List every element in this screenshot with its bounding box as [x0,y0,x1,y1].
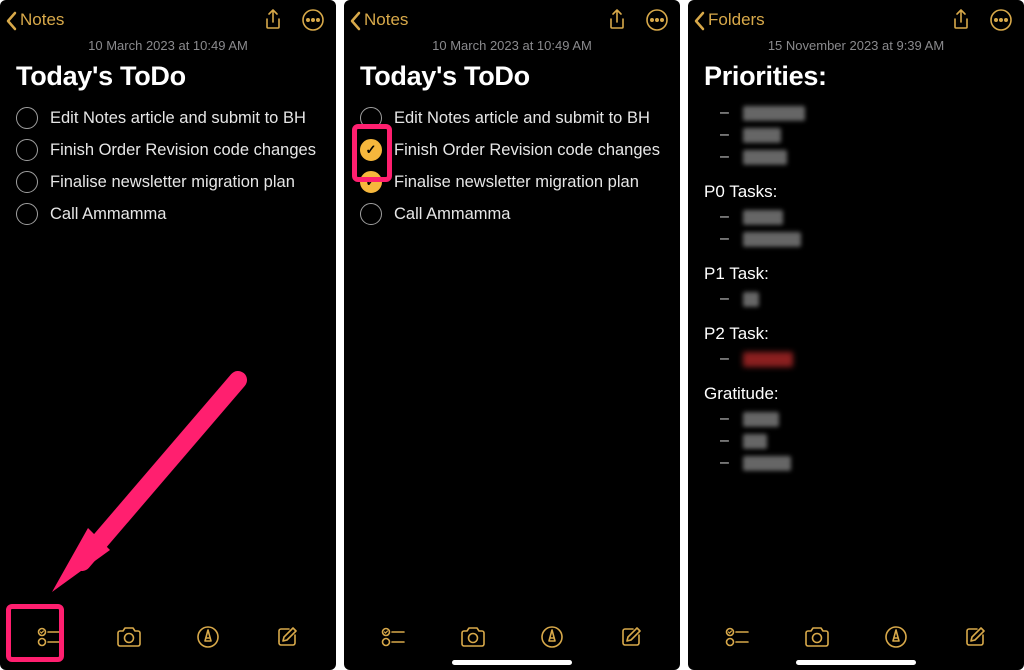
list-item[interactable] [704,430,1008,452]
checklist-item-label: Call Ammamma [50,205,166,224]
redacted-text [743,128,781,143]
list-item[interactable] [704,102,1008,124]
share-icon[interactable] [948,7,974,33]
redacted-text [743,232,801,247]
checkbox-circle[interactable] [16,107,38,129]
section-heading: Gratitude: [704,384,1008,404]
nav-header: Folders [688,0,1024,36]
markup-icon[interactable] [194,623,222,651]
checklist-icon[interactable] [380,623,408,651]
note-title: Today's ToDo [360,61,664,92]
checklist-item[interactable]: Edit Notes article and submit to BH [360,102,664,134]
note-title: Priorities: [704,61,1008,92]
note-timestamp: 10 March 2023 at 10:49 AM [0,36,336,61]
note-body[interactable]: Priorities: P0 Tasks: P1 Task: P2 Task: Gra… [688,61,1024,608]
redacted-text [743,106,805,121]
camera-icon[interactable] [115,623,143,651]
share-icon[interactable] [260,7,286,33]
back-button[interactable]: Notes [6,10,64,30]
note-timestamp: 10 March 2023 at 10:49 AM [344,36,680,61]
checklist-item-label: Finalise newsletter migration plan [394,173,639,192]
redacted-text [743,210,783,225]
checkbox-circle[interactable] [16,171,38,193]
nav-header: Notes [344,0,680,36]
more-icon[interactable] [644,7,670,33]
checklist-item[interactable]: Finalise newsletter migration plan [360,166,664,198]
chevron-left-icon [694,11,706,29]
checklist-item[interactable]: Finalise newsletter migration plan [16,166,320,198]
redacted-text [743,434,767,449]
markup-icon[interactable] [538,623,566,651]
note-timestamp: 15 November 2023 at 9:39 AM [688,36,1024,61]
redacted-text [743,412,779,427]
redacted-text [743,456,791,471]
checkbox-circle[interactable] [16,203,38,225]
back-button[interactable]: Notes [350,10,408,30]
redacted-text [743,352,793,367]
section-heading: P1 Task: [704,264,1008,284]
redacted-text [743,150,787,165]
checklist-item-label: Edit Notes article and submit to BH [50,109,306,128]
list-item[interactable] [704,452,1008,474]
compose-icon[interactable] [273,623,301,651]
header-actions [604,7,670,33]
list-item[interactable] [704,228,1008,250]
checklist-item[interactable]: Finish Order Revision code changes [360,134,664,166]
list-item[interactable] [704,288,1008,310]
checklist-item-label: Edit Notes article and submit to BH [394,109,650,128]
compose-icon[interactable] [961,623,989,651]
share-icon[interactable] [604,7,630,33]
checkbox-circle[interactable] [16,139,38,161]
checklist-icon[interactable] [724,623,752,651]
camera-icon[interactable] [459,623,487,651]
checklist-item-label: Call Ammamma [394,205,510,224]
checklist-item[interactable]: Call Ammamma [360,198,664,230]
header-actions [260,7,326,33]
phone-screen-2: Notes 10 March 2023 at 10:49 AM Today's … [344,0,680,670]
list-item[interactable] [704,348,1008,370]
bottom-toolbar [0,608,336,670]
list-item[interactable] [704,206,1008,228]
more-icon[interactable] [988,7,1014,33]
checklist-item[interactable]: Call Ammamma [16,198,320,230]
markup-icon[interactable] [882,623,910,651]
list-item[interactable] [704,146,1008,168]
back-label: Notes [364,10,408,30]
list-item[interactable] [704,124,1008,146]
checklist-item[interactable]: Edit Notes article and submit to BH [16,102,320,134]
list-item[interactable] [704,408,1008,430]
checklist-item-label: Finalise newsletter migration plan [50,173,295,192]
nav-header: Notes [0,0,336,36]
more-icon[interactable] [300,7,326,33]
chevron-left-icon [350,11,362,29]
checklist-item-label: Finish Order Revision code changes [394,141,660,160]
checkbox-circle[interactable] [360,107,382,129]
section-heading: P2 Task: [704,324,1008,344]
checkbox-circle[interactable] [360,203,382,225]
checkbox-circle[interactable] [360,171,382,193]
home-indicator[interactable] [796,660,916,665]
section-heading: P0 Tasks: [704,182,1008,202]
back-button[interactable]: Folders [694,10,765,30]
checklist-icon[interactable] [36,623,64,651]
camera-icon[interactable] [803,623,831,651]
note-body[interactable]: Today's ToDo Edit Notes article and subm… [0,61,336,608]
phone-screen-3: Folders 15 November 2023 at 9:39 AM Prio… [688,0,1024,670]
checkbox-circle[interactable] [360,139,382,161]
redacted-text [743,292,759,307]
chevron-left-icon [6,11,18,29]
note-body[interactable]: Today's ToDo Edit Notes article and subm… [344,61,680,608]
checklist-item[interactable]: Finish Order Revision code changes [16,134,320,166]
back-label: Folders [708,10,765,30]
home-indicator[interactable] [452,660,572,665]
header-actions [948,7,1014,33]
note-title: Today's ToDo [16,61,320,92]
phone-screen-1: Notes 10 March 2023 at 10:49 AM Today's … [0,0,336,670]
checklist-item-label: Finish Order Revision code changes [50,141,316,160]
back-label: Notes [20,10,64,30]
compose-icon[interactable] [617,623,645,651]
